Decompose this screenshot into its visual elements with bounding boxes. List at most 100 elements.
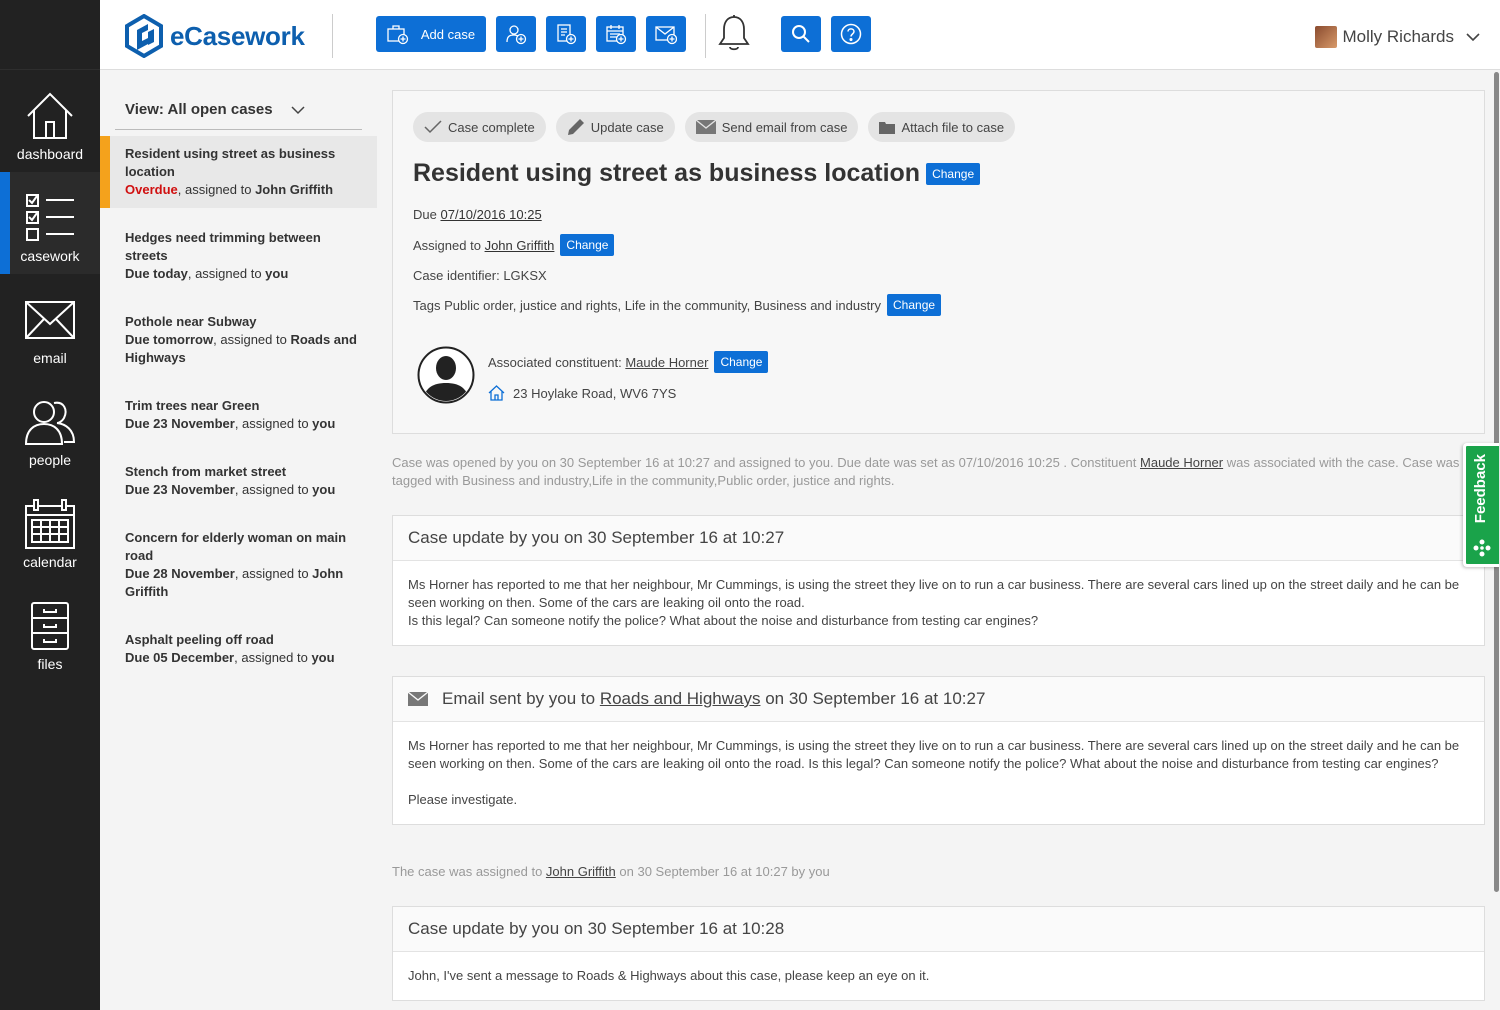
home-icon xyxy=(488,385,505,401)
case-tags-row: Tags Public order, justice and rights, L… xyxy=(413,294,942,316)
assigned-label: Assigned to xyxy=(413,237,481,253)
add-case-button[interactable]: Add case xyxy=(376,16,486,52)
case-item-title: Pothole near Subway xyxy=(125,314,257,329)
case-detail-panel: Case complete Update case Send email fro… xyxy=(377,70,1500,1010)
nav-people[interactable]: people xyxy=(0,376,100,478)
search-button[interactable] xyxy=(781,16,821,52)
envelope-icon xyxy=(408,692,428,706)
notifications-bell[interactable] xyxy=(718,14,750,57)
case-update-event: Case update by you on 30 September 16 at… xyxy=(392,515,1485,646)
send-email-from-case-button[interactable]: Send email from case xyxy=(684,112,859,142)
case-item-assigned-prefix: , assigned to xyxy=(213,332,291,347)
case-list-item[interactable]: Concern for elderly woman on main road D… xyxy=(100,529,377,601)
update-case-button[interactable]: Update case xyxy=(555,112,675,142)
case-item-assignee: you xyxy=(265,266,289,281)
case-item-title: Resident using street as business locati… xyxy=(125,146,336,179)
change-assignee-button[interactable]: Change xyxy=(560,234,615,256)
assignment-log: The case was assigned to John Griffith o… xyxy=(392,863,1470,881)
event-header: Email sent by you to Roads and Highways … xyxy=(393,677,1484,722)
event-body: Ms Horner has reported to me that her ne… xyxy=(393,722,1484,824)
update-case-label: Update case xyxy=(590,119,664,135)
email-recipient-link[interactable]: Roads and Highways xyxy=(600,689,761,709)
case-list-item[interactable]: Asphalt peeling off road Due 05 December… xyxy=(100,631,377,667)
assignee-log-link[interactable]: John Griffith xyxy=(546,864,616,879)
case-actions: Case complete Update case Send email fro… xyxy=(413,112,1016,142)
event-header: Case update by you on 30 September 16 at… xyxy=(393,907,1484,952)
nav-label-files: files xyxy=(37,656,63,672)
add-email-icon xyxy=(655,26,677,45)
case-complete-label: Case complete xyxy=(448,119,535,135)
case-identifier: Case identifier: LGKSX xyxy=(413,268,547,283)
app-logo[interactable]: eCasework xyxy=(124,14,305,58)
case-item-assignee: you xyxy=(311,650,335,665)
change-title-button[interactable]: Change xyxy=(926,162,981,185)
constituent-address-row: 23 Hoylake Road, WV6 7YS xyxy=(488,385,676,401)
event-text: Ms Horner has reported to me that her ne… xyxy=(408,577,1460,610)
email-header-text: Email sent by you to xyxy=(442,689,596,708)
constituent-row: Associated constituent: Maude Horner Cha… xyxy=(488,351,769,373)
app-name: eCasework xyxy=(170,20,305,51)
house-icon xyxy=(27,92,73,139)
user-menu[interactable]: Molly Richards xyxy=(1314,26,1480,48)
nav-email[interactable]: email xyxy=(0,274,100,376)
nav-files[interactable]: files xyxy=(0,580,100,682)
top-bar: eCasework Add case Molly Richards xyxy=(100,0,1500,70)
case-item-due: Due today xyxy=(125,266,188,281)
tags-label: Tags xyxy=(413,297,441,313)
case-list-item[interactable]: Trim trees near Green Due 23 November, a… xyxy=(100,397,377,433)
attach-file-button[interactable]: Attach file to case xyxy=(868,112,1016,142)
feedback-icon xyxy=(1473,539,1491,557)
nav-label-email: email xyxy=(33,350,67,366)
case-item-assigned-prefix: , assigned to xyxy=(234,416,313,431)
case-item-due: Due 23 November xyxy=(125,482,235,497)
help-icon xyxy=(840,23,862,45)
envelope-icon xyxy=(25,301,75,339)
due-date-link[interactable]: 07/10/2016 10:25 xyxy=(440,207,541,222)
case-item-assigned-prefix: , assigned to xyxy=(234,482,313,497)
pencil-icon xyxy=(567,119,584,135)
case-title-row: Resident using street as business locati… xyxy=(413,159,981,188)
chevron-down-icon xyxy=(1466,33,1480,42)
case-item-title: Stench from market street xyxy=(125,464,287,479)
nav-calendar[interactable]: calendar xyxy=(0,478,100,580)
constituent-link[interactable]: Maude Horner xyxy=(625,355,708,370)
search-icon xyxy=(792,25,810,43)
nav-label-dashboard: dashboard xyxy=(16,146,84,162)
add-calendar-button[interactable] xyxy=(596,16,636,52)
calendar-icon xyxy=(25,499,75,549)
divider xyxy=(705,14,706,58)
user-name: Molly Richards xyxy=(1342,27,1454,46)
case-complete-button[interactable]: Case complete xyxy=(413,112,546,142)
folder-icon xyxy=(879,121,896,134)
checklist-icon xyxy=(26,194,74,241)
constituent-label: Associated constituent: xyxy=(488,354,622,370)
event-text: John, I've sent a message to Roads & Hig… xyxy=(408,968,930,983)
assignee-link[interactable]: John Griffith xyxy=(485,238,555,253)
add-email-button[interactable] xyxy=(646,16,686,52)
case-list-item[interactable]: Resident using street as business locati… xyxy=(100,136,377,208)
help-button[interactable] xyxy=(831,16,871,52)
case-item-assignee: you xyxy=(312,416,336,431)
avatar xyxy=(1314,26,1337,48)
nav-casework[interactable]: casework xyxy=(0,172,100,274)
case-list-item[interactable]: Pothole near Subway Due tomorrow, assign… xyxy=(100,313,377,367)
nav-label-casework: casework xyxy=(20,248,80,264)
constituent-avatar xyxy=(417,346,475,404)
case-list-item[interactable]: Stench from market street Due 23 Novembe… xyxy=(100,463,377,499)
nav-dashboard[interactable]: dashboard xyxy=(0,70,100,172)
add-person-button[interactable] xyxy=(496,16,536,52)
view-selector[interactable]: View: All open cases xyxy=(115,90,362,130)
case-item-due: Due 23 November xyxy=(125,416,235,431)
constituent-log-link[interactable]: Maude Horner xyxy=(1140,455,1223,470)
change-constituent-button[interactable]: Change xyxy=(714,351,769,373)
add-document-button[interactable] xyxy=(546,16,586,52)
case-list-item[interactable]: Hedges need trimming between streets Due… xyxy=(100,229,377,283)
change-tags-button[interactable]: Change xyxy=(887,294,942,316)
log-text: The case was assigned to xyxy=(392,864,546,879)
feedback-label: Feedback xyxy=(1472,454,1489,524)
case-item-due: Due 28 November xyxy=(125,566,235,581)
case-item-assignee: John Griffith xyxy=(255,182,334,197)
feedback-tab[interactable]: Feedback xyxy=(1463,443,1499,567)
add-briefcase-icon xyxy=(387,25,409,45)
event-text: Ms Horner has reported to me that her ne… xyxy=(408,738,1460,771)
